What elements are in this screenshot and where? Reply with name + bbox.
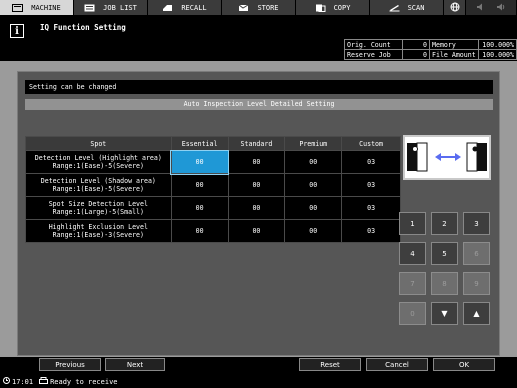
tab-store[interactable]: STORE bbox=[222, 0, 296, 15]
key-9[interactable]: 9 bbox=[463, 272, 490, 295]
status-label: File Amount bbox=[429, 49, 479, 60]
numeric-keypad: 1 2 3 4 5 6 7 8 9 0 ▼ ▲ bbox=[399, 212, 495, 332]
column-header-standard: Standard bbox=[227, 136, 286, 151]
status-label: Orig. Count bbox=[344, 39, 403, 50]
volume-icon[interactable] bbox=[477, 3, 485, 13]
level-cell-premium[interactable]: 00 bbox=[284, 219, 343, 243]
level-cell-essential[interactable]: 00 bbox=[170, 196, 229, 220]
status-label: Memory bbox=[429, 39, 479, 50]
table-row: Detection Level (Shadow area) Range:1(Ea… bbox=[25, 173, 401, 197]
machine-status: Ready to receive bbox=[50, 377, 118, 386]
row-title: Detection Level (Highlight area) bbox=[34, 153, 162, 162]
down-arrow-button[interactable]: ▼ bbox=[431, 302, 458, 325]
level-preview-image bbox=[403, 135, 491, 180]
store-icon bbox=[238, 4, 249, 12]
level-cell-standard[interactable]: 00 bbox=[227, 196, 286, 220]
level-cell-essential[interactable]: 00 bbox=[170, 149, 230, 175]
row-label: Detection Level (Highlight area) Range:1… bbox=[25, 150, 172, 174]
status-bar: 17:01 Ready to receive bbox=[0, 375, 517, 388]
level-cell-custom[interactable]: 03 bbox=[341, 150, 401, 174]
level-cell-standard[interactable]: 00 bbox=[227, 173, 286, 197]
page-title: IQ Function Setting bbox=[40, 23, 126, 32]
info-icon: i bbox=[10, 24, 24, 38]
level-cell-premium[interactable]: 00 bbox=[284, 196, 343, 220]
job-list-icon bbox=[84, 4, 95, 12]
globe-button[interactable] bbox=[444, 0, 466, 15]
row-label: Highlight Exclusion Level Range:1(Ease)-… bbox=[25, 219, 172, 243]
copy-icon bbox=[315, 4, 326, 12]
status-value: 100.000% bbox=[477, 49, 517, 60]
status-row: Reserve Job 0 File Amount 100.000% bbox=[344, 49, 517, 60]
speaker-icon[interactable] bbox=[497, 3, 505, 13]
row-range: Range:1(Ease)-5(Severe) bbox=[52, 162, 144, 170]
key-5[interactable]: 5 bbox=[431, 242, 458, 265]
status-value: 0 bbox=[402, 49, 430, 60]
level-cell-essential[interactable]: 00 bbox=[170, 219, 229, 243]
printer-icon bbox=[39, 377, 49, 386]
key-1[interactable]: 1 bbox=[399, 212, 426, 235]
clock-time: 17:01 bbox=[12, 377, 34, 386]
key-2[interactable]: 2 bbox=[431, 212, 458, 235]
table-row: Detection Level (Highlight area) Range:1… bbox=[25, 149, 401, 175]
column-header-premium: Premium bbox=[284, 136, 343, 151]
machine-icon bbox=[12, 3, 24, 12]
tab-machine[interactable]: MACHINE bbox=[0, 0, 74, 15]
column-header-custom: Custom bbox=[341, 136, 401, 151]
status-value: 100.000% bbox=[477, 39, 517, 50]
level-cell-standard[interactable]: 00 bbox=[227, 219, 286, 243]
status-table: Orig. Count 0 Memory 100.000% Reserve Jo… bbox=[344, 39, 517, 60]
recall-icon bbox=[162, 4, 173, 12]
level-cell-custom[interactable]: 03 bbox=[341, 196, 401, 220]
status-label: Reserve Job bbox=[344, 49, 403, 60]
key-8[interactable]: 8 bbox=[431, 272, 458, 295]
row-range: Range:1(Ease)-3(Severe) bbox=[52, 231, 144, 239]
status-value: 0 bbox=[402, 39, 430, 50]
level-cell-standard[interactable]: 00 bbox=[227, 150, 286, 174]
tab-job-list[interactable]: JOB LIST bbox=[74, 0, 148, 15]
level-scale-icon bbox=[407, 142, 487, 172]
level-cell-premium[interactable]: 00 bbox=[284, 150, 343, 174]
row-title: Highlight Exclusion Level bbox=[48, 222, 148, 231]
table-row: Spot Size Detection Level Range:1(Large)… bbox=[25, 196, 401, 220]
table-row: Highlight Exclusion Level Range:1(Ease)-… bbox=[25, 219, 401, 243]
column-header-spot: Spot bbox=[25, 136, 172, 151]
key-6[interactable]: 6 bbox=[463, 242, 490, 265]
ok-button[interactable]: OK bbox=[433, 358, 495, 371]
key-3[interactable]: 3 bbox=[463, 212, 490, 235]
row-label: Spot Size Detection Level Range:1(Large)… bbox=[25, 196, 172, 220]
volume-controls bbox=[466, 0, 517, 15]
level-cell-custom[interactable]: 03 bbox=[341, 173, 401, 197]
level-table: Spot Essential Standard Premium Custom D… bbox=[25, 136, 401, 243]
reset-button[interactable]: Reset bbox=[299, 358, 361, 371]
key-4[interactable]: 4 bbox=[399, 242, 426, 265]
tab-scan[interactable]: SCAN bbox=[370, 0, 444, 15]
row-range: Range:1(Large)-5(Small) bbox=[52, 208, 144, 216]
top-tab-bar: MACHINE JOB LIST RECALL STORE COPY SCAN bbox=[0, 0, 517, 15]
globe-icon bbox=[450, 2, 460, 14]
tab-recall[interactable]: RECALL bbox=[148, 0, 222, 15]
clock-icon bbox=[3, 377, 10, 386]
column-header-essential: Essential bbox=[170, 136, 229, 151]
level-cell-essential[interactable]: 00 bbox=[170, 173, 229, 197]
level-cell-custom[interactable]: 03 bbox=[341, 219, 401, 243]
status-row: Orig. Count 0 Memory 100.000% bbox=[344, 39, 517, 50]
previous-button[interactable]: Previous bbox=[39, 358, 101, 371]
up-arrow-button[interactable]: ▲ bbox=[463, 302, 490, 325]
message-bar: Setting can be changed bbox=[25, 80, 493, 94]
row-range: Range:1(Ease)-5(Severe) bbox=[52, 185, 144, 193]
cancel-button[interactable]: Cancel bbox=[366, 358, 428, 371]
row-label: Detection Level (Shadow area) Range:1(Ea… bbox=[25, 173, 172, 197]
table-header-row: Spot Essential Standard Premium Custom bbox=[25, 136, 401, 151]
key-7[interactable]: 7 bbox=[399, 272, 426, 295]
row-title: Detection Level (Shadow area) bbox=[40, 176, 156, 185]
key-0[interactable]: 0 bbox=[399, 302, 426, 325]
tab-copy[interactable]: COPY bbox=[296, 0, 370, 15]
scan-icon bbox=[389, 4, 400, 12]
level-cell-premium[interactable]: 00 bbox=[284, 173, 343, 197]
next-button[interactable]: Next bbox=[105, 358, 165, 371]
row-title: Spot Size Detection Level bbox=[48, 199, 148, 208]
section-title: Auto Inspection Level Detailed Setting bbox=[25, 99, 493, 110]
